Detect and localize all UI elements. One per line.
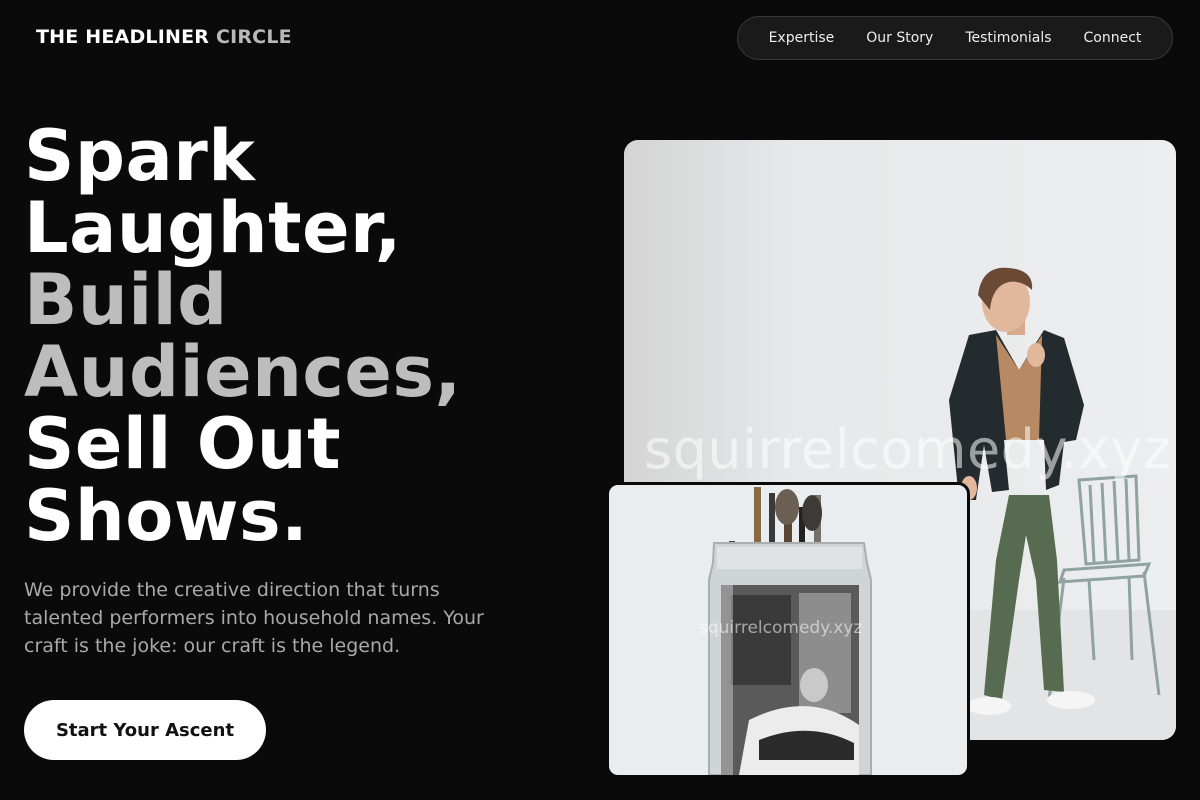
hero-headline: Spark Laughter, Build Audiences, Sell Ou… — [24, 120, 462, 552]
headline-line-5: Sell Out — [24, 403, 342, 485]
hero-subtext: We provide the creative direction that t… — [24, 579, 484, 657]
headline-line-1: Spark — [24, 115, 256, 197]
secondary-photo-jar: squirrelcomedy.xyz — [606, 482, 970, 778]
brand-name-primary: THE HEADLINER — [36, 26, 210, 48]
brand-name-accent: CIRCLE — [215, 26, 292, 48]
headline-line-2: Laughter, — [24, 187, 402, 269]
headline-line-3: Build — [24, 259, 228, 341]
headline-line-6: Shows. — [24, 475, 309, 557]
nav-link-our-story[interactable]: Our Story — [866, 30, 933, 46]
nav-link-expertise[interactable]: Expertise — [769, 30, 835, 46]
headline-line-4: Audiences, — [24, 331, 462, 413]
start-ascent-button[interactable]: Start Your Ascent — [24, 700, 266, 760]
main-nav: Expertise Our Story Testimonials Connect — [737, 16, 1173, 60]
nav-link-connect[interactable]: Connect — [1084, 30, 1142, 46]
nav-link-testimonials[interactable]: Testimonials — [965, 30, 1051, 46]
small-photo-watermark: squirrelcomedy.xyz — [699, 618, 863, 638]
main-photo-watermark: squirrelcomedy.xyz — [644, 418, 1172, 481]
brand-logo[interactable]: THE HEADLINER CIRCLE — [36, 26, 292, 48]
